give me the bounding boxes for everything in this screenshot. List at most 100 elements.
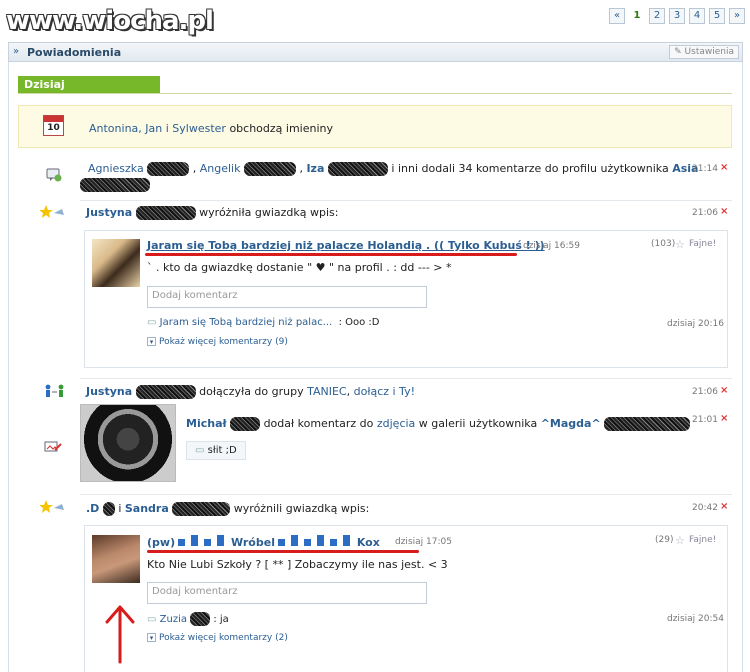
decor-square (290, 535, 298, 546)
join-link[interactable]: dołącz i Ty! (354, 385, 415, 398)
redaction-scribble (172, 502, 231, 516)
dismiss-button[interactable]: × (720, 162, 728, 173)
dismiss-button[interactable]: × (720, 501, 728, 512)
redaction-scribble (230, 417, 261, 431)
pagination: « 1 2 3 4 5 » (609, 8, 745, 24)
decor-square (217, 535, 225, 546)
user-link-justyna[interactable]: Justyna (86, 385, 132, 398)
user-link-michal[interactable]: Michał (186, 417, 227, 430)
redaction-scribble (80, 178, 150, 192)
post-body: ` . kto da gwiazdkę dostanie " ♥ " na pr… (147, 261, 452, 274)
pager-prev[interactable]: « (609, 8, 625, 24)
dismiss-button[interactable]: × (720, 385, 728, 396)
user-link-justyna[interactable]: Justyna (86, 206, 132, 219)
page-title: Powiadomienia (27, 46, 122, 59)
avatar[interactable] (92, 535, 140, 583)
timestamp: 21:06 (692, 208, 718, 218)
post-body: Kto Nie Lubi Szkoły ? [ ** ] Zobaczymy i… (147, 558, 448, 571)
nameday-names[interactable]: Antonina, Jan i Sylwester (89, 122, 226, 135)
comment-post-link[interactable]: Jaram się Tobą bardziej niż palac... (160, 317, 333, 328)
decor-square (191, 535, 199, 546)
photo-link[interactable]: zdjęcia (377, 417, 415, 430)
group-link[interactable]: TANIEC (307, 385, 347, 398)
watermark-logo: www.wiocha.pl (6, 6, 214, 36)
comment-time: dzisiaj 20:54 (667, 614, 724, 624)
expand-icon: ▾ (147, 633, 156, 642)
pager-page-3[interactable]: 3 (669, 8, 685, 24)
post-title[interactable]: Jaram się Tobą bardziej niż palacze Hola… (147, 239, 545, 252)
comment-snippet: ▭ słit ;D (186, 441, 246, 460)
pager-page-1[interactable]: 1 (629, 8, 645, 24)
redaction-scribble (190, 612, 211, 626)
section-today: Dzisiaj (18, 76, 160, 94)
decor-square (342, 535, 350, 546)
section-divider (18, 93, 732, 94)
star-favorite-icon (39, 500, 66, 517)
timestamp: 20:42 (692, 503, 718, 513)
show-more-comments[interactable]: ▾ Pokaż więcej komentarzy (9) (147, 337, 288, 347)
calendar-icon: 10 (43, 115, 64, 136)
expand-icon: ▾ (147, 337, 156, 346)
star-outline-icon[interactable]: ☆ (675, 238, 685, 251)
decor-square (329, 539, 337, 546)
post-author[interactable]: (pw) Wróbel Kox (147, 535, 380, 549)
post-date: dzisiaj 16:59 (523, 241, 580, 251)
pager-page-2[interactable]: 2 (649, 8, 665, 24)
redaction-scribble (604, 417, 691, 431)
star-outline-icon[interactable]: ☆ (675, 534, 685, 547)
user-link-magda[interactable]: ^Magda^ (541, 417, 601, 430)
notification-star-2: .D i Sandra wyróżnili gwiazdką wpis: (86, 502, 370, 516)
timestamp: 21:06 (692, 387, 718, 397)
user-link-d[interactable]: .D (86, 502, 99, 515)
dismiss-button[interactable]: × (720, 206, 728, 217)
decor-square (204, 539, 212, 546)
pager-page-5[interactable]: 5 (709, 8, 725, 24)
redaction-scribble (102, 502, 115, 516)
user-link[interactable]: Iza (306, 162, 324, 175)
red-underline-annotation (145, 253, 517, 256)
likes-count: (29) (655, 535, 674, 545)
timestamp: 21:01 (692, 415, 718, 425)
redaction-scribble (327, 162, 388, 176)
comment-icon: ▭ (195, 445, 205, 456)
redaction-scribble (135, 385, 196, 399)
pager-page-4[interactable]: 4 (689, 8, 705, 24)
likes-count: (103) (651, 239, 676, 249)
nameday-notice: 10 Antonina, Jan i Sylwester obchodzą im… (18, 105, 732, 148)
red-underline-annotation (147, 550, 419, 553)
user-link[interactable]: Angelik (200, 162, 241, 175)
post-date: dzisiaj 17:05 (395, 537, 452, 547)
settings-button[interactable]: ✎ Ustawienia (669, 45, 739, 59)
decor-square (303, 539, 311, 546)
dismiss-button[interactable]: × (720, 413, 728, 424)
row-divider (80, 378, 732, 379)
redaction-scribble (135, 206, 196, 220)
notification-comments: Agnieszka , Angelik , Iza i inni dodali … (88, 162, 699, 176)
notification-group: Justyna dołączyła do grupy TANIEC, dołąc… (86, 385, 415, 399)
fajne-button[interactable]: Fajne! (689, 239, 716, 249)
photo-thumbnail-redacted[interactable] (80, 404, 176, 482)
comment-user-link[interactable]: Zuzia (160, 614, 187, 625)
user-link[interactable]: Agnieszka (88, 162, 144, 175)
decor-square (178, 539, 186, 546)
post-card: Jaram się Tobą bardziej niż palacze Hola… (84, 230, 728, 368)
redaction-scribble (147, 162, 190, 176)
avatar[interactable] (92, 239, 140, 287)
notifications-header: » Powiadomienia ✎ Ustawienia (8, 42, 743, 62)
comment-input[interactable]: Dodaj komentarz (147, 582, 427, 604)
timestamp: 21:14 (692, 164, 718, 174)
user-link-sandra[interactable]: Sandra (125, 502, 169, 515)
show-more-comments[interactable]: ▾ Pokaż więcej komentarzy (2) (147, 633, 288, 643)
comment-time: dzisiaj 20:16 (667, 319, 724, 329)
comment-row: ▭ Zuzia : ja (147, 612, 229, 626)
nameday-text: obchodzą imieniny (229, 122, 333, 135)
notification-photo-comment: Michał dodał komentarz do zdjęcia w gale… (186, 417, 691, 431)
star-favorite-icon (39, 205, 66, 222)
row-divider (80, 200, 732, 201)
decor-square (277, 539, 285, 546)
double-chevron-icon: » (13, 46, 20, 57)
comment-input[interactable]: Dodaj komentarz (147, 286, 427, 308)
pager-next[interactable]: » (729, 8, 745, 24)
row-divider (80, 494, 732, 495)
fajne-button[interactable]: Fajne! (689, 535, 716, 545)
